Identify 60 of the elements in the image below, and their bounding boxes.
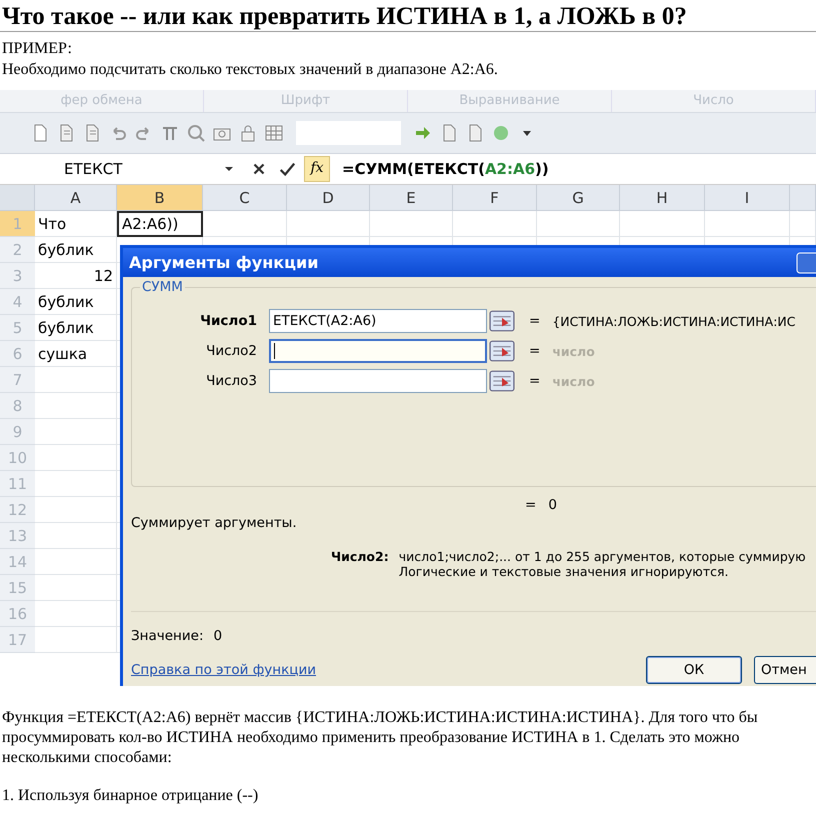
- table-icon[interactable]: [264, 123, 284, 143]
- page-heading: Что такое -- или как превратить ИСТИНА в 1, а ЛОЖЬ в 0?: [1, 2, 688, 31]
- equals-sign: =: [525, 497, 536, 513]
- table-cell: сушка: [35, 341, 117, 367]
- argument-field[interactable]: ЕТЕКСТ(A2:A6): [269, 309, 487, 333]
- function-description: Суммирует аргументы.: [131, 515, 298, 531]
- table-cell: бублик: [35, 315, 117, 341]
- caret-icon[interactable]: [224, 164, 234, 174]
- table-cell: бублик: [35, 237, 117, 263]
- dialog-title: Аргументы функции: [129, 253, 318, 272]
- value-label: Значение:: [131, 628, 204, 644]
- argument-field[interactable]: [269, 369, 487, 393]
- total-result: 0: [548, 497, 557, 513]
- ribbon-group-label: Число: [612, 90, 816, 112]
- argument-label: Число2: [205, 343, 258, 359]
- column-header[interactable]: B: [117, 185, 203, 211]
- dialog-button[interactable]: ОК: [646, 656, 742, 684]
- column-header[interactable]: F: [453, 185, 537, 211]
- column-header[interactable]: I: [705, 185, 790, 211]
- body-paragraph: Функция =ЕТЕКСТ(A2:A6) вернёт массив {ИСТИНА:ЛОЖЬ:ИСТИНА:ИСТИНА:ИСТИНА}. Для того что бы просуммировать кол-во ИСТИНА необходимо применить преобразование ИСТИНА в 1. Сделать это можно несколькими способами:: [2, 708, 759, 768]
- range-picker-icon[interactable]: [489, 310, 515, 332]
- ribbon-group-label: Шрифт: [204, 90, 408, 112]
- intro-text: Необходимо подсчитать сколько текстовых значений в диапазоне A2:A6.: [2, 60, 499, 80]
- help-argument-label: Число2:: [331, 549, 389, 566]
- magnifier-icon[interactable]: [186, 123, 206, 143]
- help-link[interactable]: Справка по этой функции: [131, 662, 316, 678]
- equals-sign: =: [529, 373, 540, 389]
- argument-result: число: [552, 344, 595, 358]
- ribbon-group-label: Выравнивание: [408, 90, 612, 112]
- table-cell: бублик: [35, 289, 117, 315]
- argument-field[interactable]: [269, 339, 487, 363]
- column-header[interactable]: C: [203, 185, 287, 211]
- table-cell[interactable]: A2:A6)): [117, 211, 203, 237]
- range-picker-icon[interactable]: [489, 340, 515, 362]
- table-cell: 12: [35, 263, 117, 289]
- column-header[interactable]: A: [35, 185, 117, 211]
- equals-sign: =: [529, 313, 540, 329]
- circle-icon[interactable]: [491, 123, 511, 143]
- dialog-button[interactable]: Отмен: [754, 656, 816, 684]
- equals-sign: =: [529, 343, 540, 359]
- column-header[interactable]: D: [287, 185, 370, 211]
- column-header[interactable]: G: [537, 185, 620, 211]
- intro-text: ПРИМЕР:: [2, 39, 73, 59]
- column-header[interactable]: H: [620, 185, 705, 211]
- argument-result: {ИСТИНА:ЛОЖЬ:ИСТИНА:ИСТИНА:ИС: [552, 314, 796, 328]
- column-header[interactable]: E: [370, 185, 453, 211]
- name-box[interactable]: ЕТЕКСТ: [0, 160, 240, 178]
- argument-label: Число1: [199, 313, 258, 329]
- help-text: Логические и текстовые значения игнорируются.: [398, 564, 730, 579]
- value-result: 0: [214, 628, 222, 644]
- ribbon-group-label: фер обмена: [0, 90, 204, 112]
- body-paragraph: 1. Используя бинарное отрицание (--): [2, 786, 260, 806]
- checkmark-icon[interactable]: [278, 160, 296, 178]
- formula-field[interactable]: =СУММ(ЕТЕКСТ(A2:A6)): [342, 160, 549, 178]
- insert-function-button[interactable]: fx: [304, 156, 330, 182]
- argument-result: число: [552, 374, 595, 388]
- argument-label: Число3: [205, 373, 258, 389]
- range-picker-icon[interactable]: [489, 370, 515, 392]
- help-text: число1;число2;... от 1 до 255 аргументов, которые суммирую: [398, 549, 806, 564]
- table-cell: Что: [35, 211, 117, 237]
